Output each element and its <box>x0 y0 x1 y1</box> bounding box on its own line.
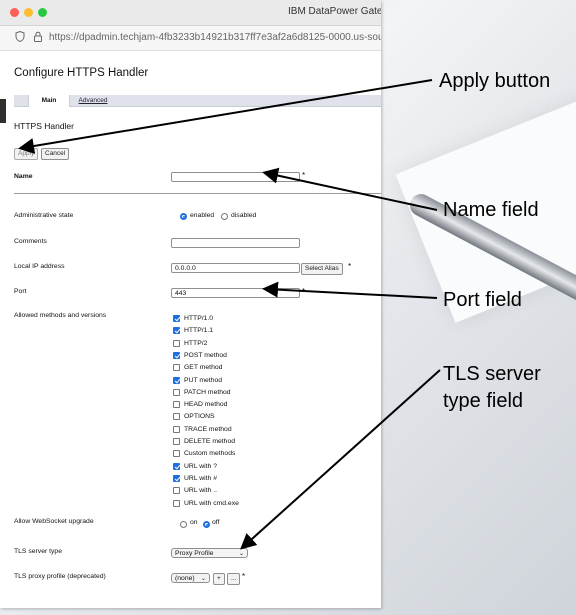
method-checkbox-label: URL with cmd.exe <box>184 499 239 507</box>
comments-label: Comments <box>14 238 47 245</box>
cancel-button[interactable]: Cancel <box>41 148 70 160</box>
method-checkbox-label: TRACE method <box>184 425 232 433</box>
method-checkbox[interactable] <box>173 474 180 482</box>
local-ip-required-marker: * <box>348 262 352 271</box>
method-checkbox-label: Custom methods <box>184 450 236 458</box>
method-checkbox[interactable] <box>173 364 180 372</box>
tls-proxy-profile-label: TLS proxy profile (deprecated) <box>14 573 106 580</box>
separator <box>14 193 381 194</box>
method-checkbox-label: URL with # <box>184 474 217 482</box>
method-checkbox[interactable] <box>173 438 180 445</box>
method-checkbox[interactable] <box>173 351 180 359</box>
method-checkbox[interactable] <box>173 450 180 458</box>
method-checkbox[interactable] <box>173 388 180 396</box>
method-checkbox-label: URL with ? <box>184 462 217 470</box>
method-checkbox[interactable] <box>173 315 180 322</box>
tls-server-type-select[interactable]: Proxy Profile ⌄ <box>171 548 248 558</box>
method-checkbox-label: URL with .. <box>184 487 217 495</box>
url-text[interactable]: https://dpadmin.techjam-4fb3233b14921b31… <box>49 32 381 43</box>
admin-state-disabled-radio[interactable] <box>221 213 228 220</box>
tls-server-type-label: TLS server type <box>14 548 62 555</box>
admin-state-enabled-label: enabled <box>190 212 215 219</box>
method-checkbox-label: DELETE method <box>184 438 235 445</box>
method-checkbox-label: HTTP/1.1 <box>184 327 214 335</box>
minimize-window-button[interactable] <box>24 8 33 17</box>
method-checkbox[interactable] <box>173 462 180 470</box>
tls-proxy-profile-value: (none) <box>175 575 195 582</box>
method-checkbox-label: GET method <box>184 364 223 372</box>
method-checkbox[interactable] <box>173 487 180 495</box>
websocket-on-label: on <box>190 519 198 526</box>
add-profile-button[interactable]: + <box>213 573 225 585</box>
chevron-down-icon: ⌄ <box>238 551 244 557</box>
select-alias-button[interactable]: Select Alias <box>301 263 343 275</box>
admin-state-enabled-radio[interactable] <box>180 213 187 220</box>
close-window-button[interactable] <box>10 8 19 17</box>
callout-tls-line1: TLS server <box>443 363 541 385</box>
callout-apply: Apply button <box>439 70 551 92</box>
websocket-label: Allow WebSocket upgrade <box>14 518 94 525</box>
shield-icon[interactable] <box>14 30 26 43</box>
callout-tls-line2: type field <box>443 390 524 412</box>
method-checkbox-label: HTTP/1.0 <box>184 315 214 322</box>
tls-server-type-value: Proxy Profile <box>175 550 214 557</box>
websocket-on-radio[interactable] <box>180 521 187 528</box>
lock-icon[interactable] <box>32 31 44 43</box>
websocket-off-radio[interactable] <box>203 521 210 528</box>
name-field[interactable] <box>171 172 300 182</box>
page-title: Configure HTTPS Handler <box>14 67 149 79</box>
method-checkbox-label: POST method <box>184 351 227 359</box>
method-checkbox[interactable] <box>173 499 180 507</box>
zoom-window-button[interactable] <box>38 8 47 17</box>
browser-window: IBM DataPower Gatew https://dpadmin.tech… <box>0 0 381 608</box>
name-required-marker: * <box>302 171 306 180</box>
method-checkbox-label: OPTIONS <box>184 413 215 421</box>
port-label: Port <box>14 288 27 295</box>
admin-state-disabled-label: disabled <box>231 212 257 219</box>
local-ip-label: Local IP address <box>14 263 65 270</box>
section-title: HTTPS Handler <box>14 121 74 131</box>
websocket-off-label: off <box>212 519 220 526</box>
method-checkbox-label: PUT method <box>184 376 223 384</box>
title-bar: IBM DataPower Gatew <box>0 0 381 26</box>
tab-strip: Main Advanced <box>14 95 381 107</box>
edit-profile-button[interactable]: ... <box>227 573 241 585</box>
method-checkbox[interactable] <box>173 376 180 384</box>
method-checkbox[interactable] <box>173 401 180 409</box>
callout-name: Name field <box>443 199 539 221</box>
tls-proxy-profile-required-marker: * <box>242 572 246 581</box>
left-edge-bar <box>0 99 6 123</box>
chevron-down-icon: ⌄ <box>200 576 206 582</box>
apply-button[interactable]: Apply <box>14 148 39 160</box>
window-title: IBM DataPower Gatew <box>288 6 381 17</box>
tab-main[interactable]: Main <box>28 95 70 107</box>
tls-proxy-profile-select[interactable]: (none) ⌄ <box>171 573 210 583</box>
method-checkbox[interactable] <box>173 339 180 347</box>
method-checkbox[interactable] <box>173 327 180 335</box>
callout-port: Port field <box>443 289 522 311</box>
local-ip-field[interactable]: 0.0.0.0 <box>171 263 300 273</box>
admin-state-label: Administrative state <box>14 212 74 219</box>
method-checkbox-label: HEAD method <box>184 401 228 409</box>
address-bar[interactable]: https://dpadmin.techjam-4fb3233b14921b31… <box>0 26 381 51</box>
name-label: Name <box>14 173 33 180</box>
method-checkbox[interactable] <box>173 413 180 421</box>
method-checkbox-label: HTTP/2 <box>184 339 208 347</box>
comments-field[interactable] <box>171 238 300 248</box>
method-checkbox[interactable] <box>173 425 180 433</box>
method-checkbox-label: PATCH method <box>184 388 231 396</box>
port-required-marker: * <box>302 287 306 296</box>
port-field[interactable]: 443 <box>171 288 300 298</box>
methods-label: Allowed methods and versions <box>14 312 107 319</box>
tab-advanced[interactable]: Advanced <box>76 95 110 106</box>
